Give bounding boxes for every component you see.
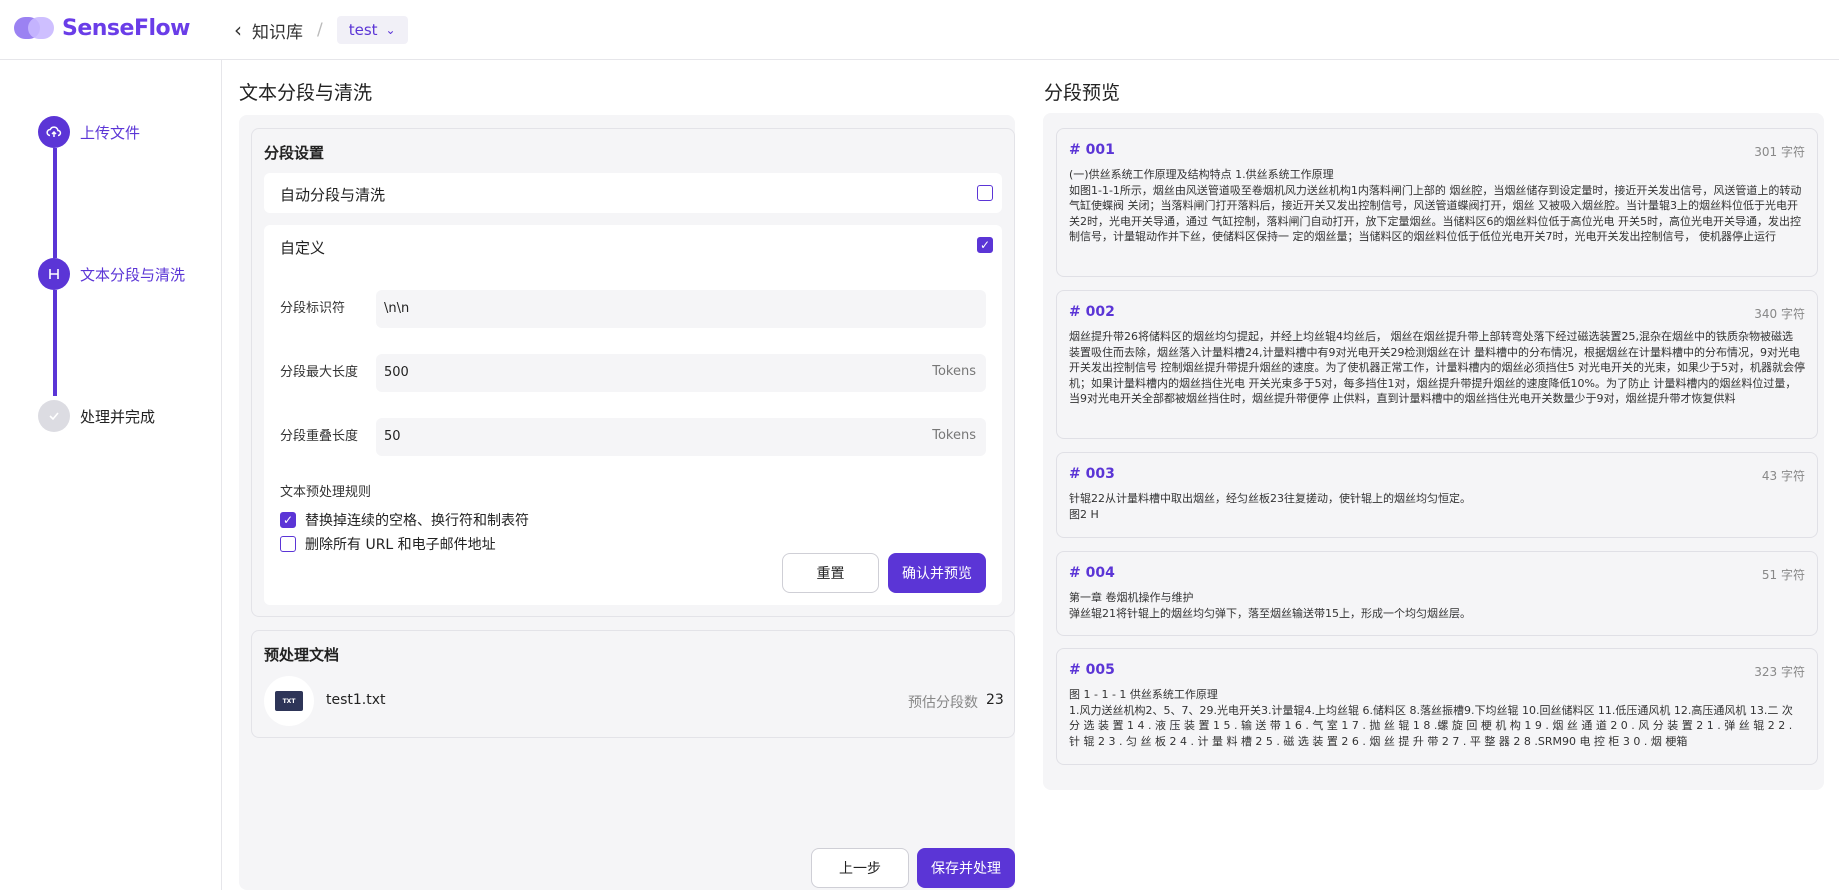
settings-title: 分段设置 <box>264 144 325 162</box>
custom-segment-label: 自定义 <box>280 239 326 257</box>
max-length-input[interactable]: 500 Tokens <box>376 354 986 392</box>
chevron-left-icon[interactable]: ‹ <box>234 18 242 42</box>
rule-remove-urls[interactable]: 删除所有 URL 和电子邮件地址 <box>280 534 496 554</box>
knowledge-base-name: test <box>348 21 378 39</box>
top-bar: SenseFlow ‹ 知识库 / test ⌄ <box>0 0 1839 60</box>
segment-card[interactable]: # 002 340 字符 烟丝提升带26将储料区的烟丝均匀提起，并经上均丝辊4均… <box>1056 290 1818 439</box>
segment-text: 烟丝提升带26将储料区的烟丝均匀提起，并经上均丝辊4均丝后， 烟丝在烟丝提升带上… <box>1069 330 1805 405</box>
check-icon <box>38 400 70 432</box>
estimate-value: 23 <box>986 692 1004 708</box>
max-length-label: 分段最大长度 <box>280 365 359 380</box>
segment-text: 图 1 - 1 - 1 供丝系统工作原理 1.风力送丝机构2、5、7、29.光电… <box>1069 688 1793 748</box>
segment-card[interactable]: # 001 301 字符 (一)供丝系统工作原理及结构特点 1.供丝系统工作原理… <box>1056 128 1818 277</box>
doc-name[interactable]: test1.txt <box>326 692 386 708</box>
step-upload[interactable]: 上传文件 <box>38 116 140 148</box>
segment-id: # 004 <box>1069 565 1115 581</box>
segment-char-count: 301 字符 <box>1754 145 1805 159</box>
auto-segment-option[interactable]: 自动分段与清洗 <box>264 173 1002 213</box>
max-length-unit: Tokens <box>932 364 976 379</box>
overlap-input[interactable]: 50 Tokens <box>376 418 986 456</box>
docs-title: 预处理文档 <box>264 646 340 664</box>
rule-replace-whitespace-checkbox[interactable]: ✓ <box>280 512 296 528</box>
save-and-process-button[interactable]: 保存并处理 <box>917 848 1015 888</box>
logo-mark-icon <box>14 15 56 41</box>
previous-step-button[interactable]: 上一步 <box>811 848 909 888</box>
segment-char-count: 340 字符 <box>1754 307 1805 321</box>
overlap-value: 50 <box>384 429 401 444</box>
app-name: SenseFlow <box>62 15 190 41</box>
step-finish[interactable]: 处理并完成 <box>38 400 155 432</box>
segment-id: # 002 <box>1069 304 1115 320</box>
segment-card[interactable]: # 003 43 字符 针辊22从计量料槽中取出烟丝，经匀丝板23往复搓动，使针… <box>1056 452 1818 538</box>
segment-id: # 003 <box>1069 466 1115 482</box>
step-label: 上传文件 <box>80 123 141 142</box>
chevron-down-icon: ⌄ <box>385 23 396 37</box>
segment-id: # 005 <box>1069 662 1115 678</box>
confirm-preview-button[interactable]: 确认并预览 <box>888 553 986 593</box>
separator-value: \n\n <box>384 301 410 316</box>
segment-id: # 001 <box>1069 142 1115 158</box>
rule-replace-whitespace[interactable]: ✓ 替换掉连续的空格、换行符和制表符 <box>280 510 529 530</box>
rule-remove-urls-checkbox[interactable] <box>280 536 296 552</box>
step-connector-2 <box>53 290 57 396</box>
estimate-label: 预估分段数 <box>908 695 978 711</box>
step-segment[interactable]: 文本分段与清洗 <box>38 258 185 290</box>
breadcrumb-parent[interactable]: 知识库 <box>252 18 303 43</box>
segment-char-count: 43 字符 <box>1761 469 1805 483</box>
segment-text: 第一章 卷烟机操作与维护 弹丝辊21将针辊上的烟丝均匀弹下，落至烟丝输送带15上… <box>1069 591 1471 620</box>
step-connector-1 <box>53 148 57 258</box>
page-title: 文本分段与清洗 <box>239 82 373 104</box>
rule-label: 替换掉连续的空格、换行符和制表符 <box>305 513 529 529</box>
steps-sidebar <box>0 60 222 890</box>
preview-title: 分段预览 <box>1044 82 1121 104</box>
auto-segment-checkbox[interactable] <box>977 185 993 201</box>
overlap-unit: Tokens <box>932 428 976 443</box>
knowledge-base-select[interactable]: test ⌄ <box>336 16 408 44</box>
doc-file-icon: TXT <box>264 676 314 726</box>
file-badge: TXT <box>275 691 303 711</box>
custom-segment-checkbox[interactable]: ✓ <box>977 237 993 253</box>
step-label: 文本分段与清洗 <box>80 265 186 284</box>
cloud-upload-icon <box>38 116 70 148</box>
separator-label: 分段标识符 <box>280 301 346 316</box>
segment-text: 针辊22从计量料槽中取出烟丝，经匀丝板23往复搓动，使针辊上的烟丝均匀恒定。 图… <box>1069 492 1471 521</box>
breadcrumb: ‹ 知识库 / test ⌄ <box>234 16 408 44</box>
separator-input[interactable]: \n\n <box>376 290 986 328</box>
segment-text: (一)供丝系统工作原理及结构特点 1.供丝系统工作原理 如图1-1-1所示，烟丝… <box>1069 168 1802 243</box>
reset-button[interactable]: 重置 <box>782 553 879 593</box>
max-length-value: 500 <box>384 365 409 380</box>
docs-card <box>251 630 1015 738</box>
segment-icon <box>38 258 70 290</box>
segment-card[interactable]: # 005 323 字符 图 1 - 1 - 1 供丝系统工作原理 1.风力送丝… <box>1056 648 1818 765</box>
breadcrumb-separator: / <box>317 20 323 40</box>
overlap-label: 分段重叠长度 <box>280 429 359 444</box>
app-logo[interactable]: SenseFlow <box>14 15 190 41</box>
auto-segment-label: 自动分段与清洗 <box>280 186 386 204</box>
rule-label: 删除所有 URL 和电子邮件地址 <box>305 537 496 553</box>
segment-char-count: 51 字符 <box>1761 568 1805 582</box>
step-label: 处理并完成 <box>80 407 156 426</box>
segment-char-count: 323 字符 <box>1754 665 1805 679</box>
rules-title: 文本预处理规则 <box>280 485 372 500</box>
segment-card[interactable]: # 004 51 字符 第一章 卷烟机操作与维护 弹丝辊21将针辊上的烟丝均匀弹… <box>1056 551 1818 636</box>
